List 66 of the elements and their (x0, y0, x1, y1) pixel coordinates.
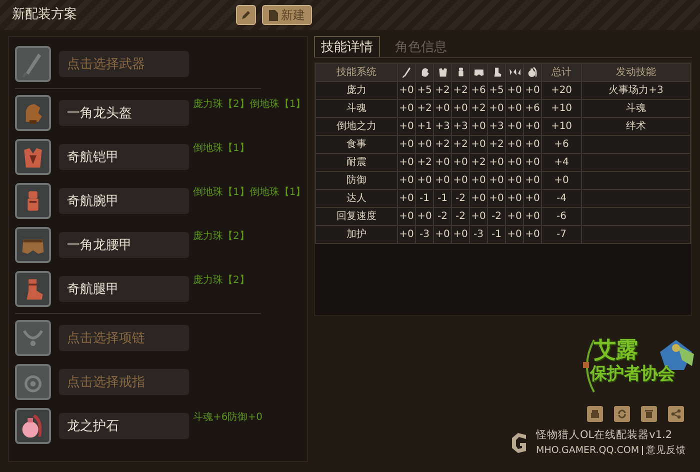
table-cell: +20 (542, 82, 582, 100)
equipment-field[interactable]: 点击选择武器 (59, 51, 189, 77)
logo-text: 保护者协会 (590, 366, 675, 383)
table-cell: +0 (542, 172, 582, 190)
equipment-field[interactable]: 奇航腿甲 (59, 276, 189, 302)
pencil-icon (240, 9, 252, 21)
table-cell: +4 (542, 154, 582, 172)
column-header: 技能系统 (316, 64, 398, 82)
table-cell: +6 (542, 136, 582, 154)
table-cell: 倒地之力 (316, 118, 398, 136)
table-cell: 防御 (316, 172, 398, 190)
equipment-field[interactable]: 一角龙头盔 (59, 100, 189, 126)
ring-icon[interactable] (15, 364, 51, 400)
table-cell: 绊术 (582, 118, 690, 136)
sword-icon[interactable] (15, 46, 51, 82)
trash-icon (643, 408, 655, 420)
gem-slots: 斗魂+6防御+0 (193, 410, 262, 425)
equipment-field[interactable]: 奇航腕甲 (59, 188, 189, 214)
gem-slots: 庞力珠【2】倒地珠【1】 (193, 97, 306, 112)
share-button[interactable] (668, 406, 684, 422)
equipment-field[interactable]: 奇航铠甲 (59, 144, 189, 170)
table-cell: +10 (542, 118, 582, 136)
share-icon (670, 408, 682, 420)
refresh-icon (616, 408, 628, 420)
table-cell: 火事场力+3 (582, 82, 690, 100)
print-button[interactable] (587, 406, 603, 422)
tab[interactable]: 技能详情 (314, 36, 380, 57)
table-cell: 庞力 (316, 82, 398, 100)
helmet-icon[interactable] (15, 95, 51, 131)
table-cell: -6 (542, 208, 582, 226)
equipment-field[interactable]: 一角龙腰甲 (59, 232, 189, 258)
site-address: MHO.GAMER.QQ.COM (536, 444, 640, 456)
table-cell: 回复速度 (316, 208, 398, 226)
equipment-field[interactable]: 点击选择戒指 (59, 369, 189, 395)
table-cell: 加护 (316, 226, 398, 244)
column-header: 总计 (542, 64, 582, 82)
table-cell: 食事 (316, 136, 398, 154)
plan-title: 新配装方案 (12, 6, 78, 24)
app-title: 怪物猎人OL在线配装器v1.2 (536, 428, 674, 443)
table-cell: +10 (542, 100, 582, 118)
column-header: 发动技能 (582, 64, 690, 82)
feedback-link[interactable]: 意见反馈 (646, 444, 686, 456)
document-icon (269, 10, 278, 20)
gem-slots: 庞力珠【2】 (193, 229, 250, 244)
gem-slots: 倒地珠【1】倒地珠【1】 (193, 185, 306, 200)
table-cell: -4 (542, 190, 582, 208)
refresh-button[interactable] (614, 406, 630, 422)
equipment-field[interactable]: 点击选择项链 (59, 325, 189, 351)
printer-icon (589, 408, 601, 420)
armor-icon[interactable] (15, 139, 51, 175)
delete-button[interactable] (641, 406, 657, 422)
table-cell: 斗魂 (582, 100, 690, 118)
table-cell: 达人 (316, 190, 398, 208)
boot-icon[interactable] (15, 271, 51, 307)
edit-button[interactable] (236, 5, 256, 25)
charm-icon[interactable] (15, 408, 51, 444)
necklace-icon[interactable] (15, 320, 51, 356)
table-cell: 斗魂 (316, 100, 398, 118)
gem-slots: 庞力珠【2】 (193, 273, 250, 288)
logo-text: 艾露 (594, 340, 638, 362)
belt-icon[interactable] (15, 227, 51, 263)
gem-slots: 倒地珠【1】 (193, 141, 250, 156)
table-cell: 耐震 (316, 154, 398, 172)
equipment-field[interactable]: 龙之护石 (59, 413, 189, 439)
gauntlet-icon[interactable] (15, 183, 51, 219)
table-cell: -7 (542, 226, 582, 244)
